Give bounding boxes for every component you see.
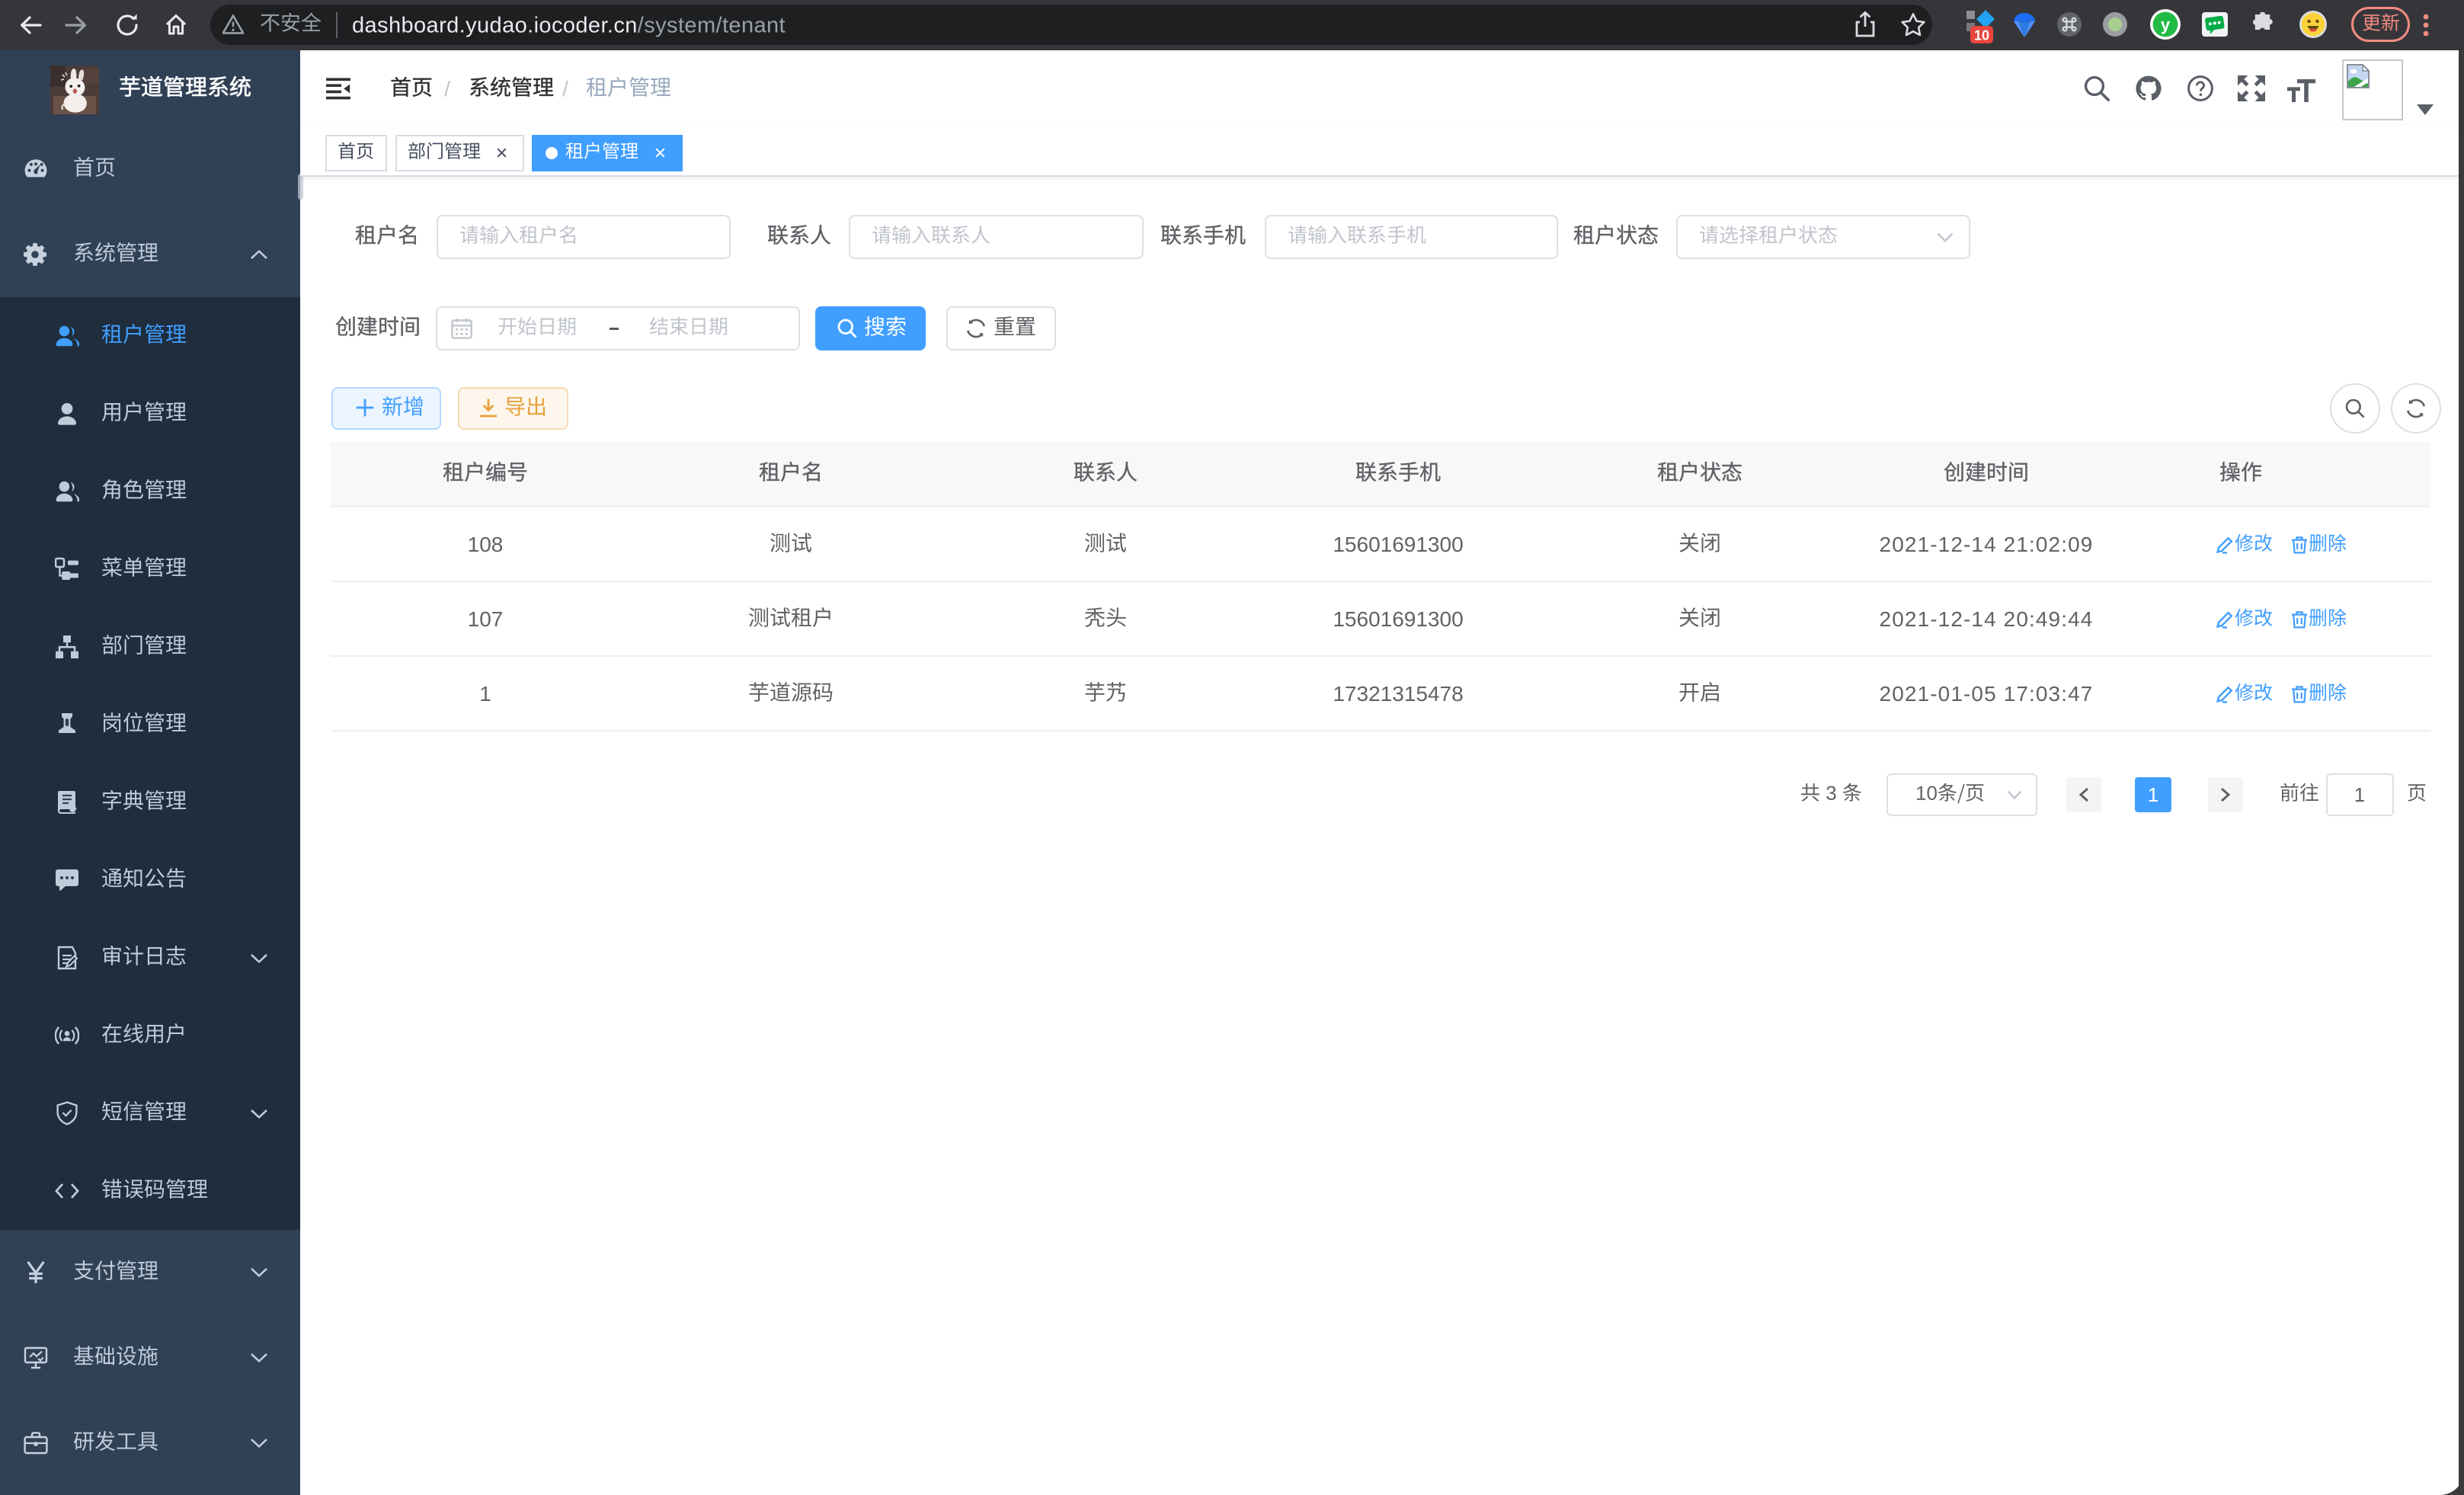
svg-text:y: y — [2161, 15, 2171, 34]
svg-text:10: 10 — [1974, 28, 1989, 43]
